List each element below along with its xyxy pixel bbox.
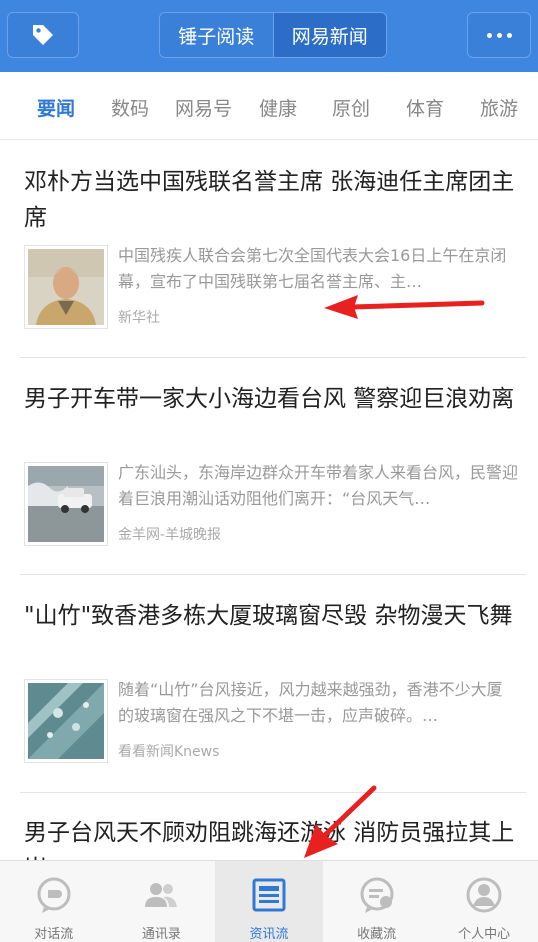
portrait-photo: [28, 249, 104, 325]
favorites-icon: [360, 877, 394, 913]
news-item[interactable]: 男子开车带一家大小海边看台风 警察迎巨浪劝离 广东汕头，东海岸边群众开车带着家人…: [24, 381, 526, 561]
divider: [20, 357, 526, 358]
nav-conversation-flow[interactable]: 对话流: [0, 861, 108, 942]
more-button[interactable]: [467, 12, 531, 58]
tab-netease-account[interactable]: 网易号: [175, 94, 232, 121]
divider: [20, 792, 526, 793]
category-tabs: 要闻 数码 网易号 健康 原创 体育 旅游: [0, 72, 538, 140]
nav-label: 个人中心: [458, 927, 511, 942]
top-bar: 锤子阅读 网易新闻: [0, 0, 538, 72]
news-summary: 广东汕头，东海岸边群众开车带着家人来看台风，民警迎着巨浪用潮汕话劝阻他们离开：“…: [118, 463, 518, 508]
profile-icon: [466, 877, 502, 913]
tab-travel[interactable]: 旅游: [480, 94, 518, 121]
segment-chuizi-reading[interactable]: 锤子阅读: [160, 13, 273, 57]
contacts-icon: [145, 883, 178, 907]
news-item[interactable]: "山竹"致香港多栋大厦玻璃窗尽毁 杂物漫天飞舞 随着“山竹”台风接近，风力越来越…: [24, 598, 526, 778]
tag-icon: [33, 25, 53, 45]
tab-original[interactable]: 原创: [332, 94, 370, 121]
nav-profile[interactable]: 个人中心: [430, 861, 538, 942]
broken-glass-photo: [28, 683, 104, 759]
news-body: 广东汕头，东海岸边群众开车带着家人来看台风，民警迎着巨浪用潮汕话劝阻他们离开：“…: [24, 462, 526, 546]
tab-headlines[interactable]: 要闻: [37, 94, 75, 121]
source-switcher: 锤子阅读 网易新闻: [159, 12, 387, 58]
news-thumbnail: [24, 679, 108, 763]
news-title: "山竹"致香港多栋大厦玻璃窗尽毁 杂物漫天飞舞: [24, 603, 513, 629]
nav-label: 收藏流: [357, 927, 397, 942]
news-source: 新华社: [118, 310, 160, 326]
news-source: 看看新闻Knews: [118, 744, 220, 760]
nav-news-feed[interactable]: 资讯流: [215, 861, 323, 942]
nav-label: 对话流: [34, 927, 74, 942]
nav-contacts[interactable]: 通讯录: [108, 861, 216, 942]
nav-favorites[interactable]: 收藏流: [323, 861, 431, 942]
news-feed-icon: [252, 878, 286, 912]
bottom-navigation: 对话流 通讯录 资讯流 收藏流 个人中心: [0, 860, 538, 942]
nav-label: 资讯流: [249, 927, 289, 942]
chat-bubble-icon: [37, 877, 71, 913]
tab-health[interactable]: 健康: [259, 94, 297, 121]
news-source: 金羊网-羊城晚报: [118, 527, 222, 543]
car-waves-photo: [28, 466, 104, 542]
tab-digital[interactable]: 数码: [111, 94, 149, 121]
nav-label: 通讯录: [141, 927, 181, 942]
news-title: 邓朴方当选中国残联名誉主席 张海迪任主席团主席: [24, 169, 515, 231]
more-icon: [486, 32, 512, 38]
tag-button[interactable]: [7, 12, 79, 58]
news-body: 随着“山竹”台风接近，风力越来越强劲，香港不少大厦的玻璃窗在强风之下不堪一击，应…: [24, 679, 526, 763]
segment-netease-news[interactable]: 网易新闻: [272, 13, 386, 57]
news-summary: 中国残疾人联合会第七次全国代表大会16日上午在京闭幕，宣布了中国残联第七届名誉主…: [118, 246, 507, 291]
news-body: 中国残疾人联合会第七次全国代表大会16日上午在京闭幕，宣布了中国残联第七届名誉主…: [24, 245, 526, 329]
divider: [20, 574, 526, 575]
news-title: 男子开车带一家大小海边看台风 警察迎巨浪劝离: [24, 386, 515, 412]
news-summary: 随着“山竹”台风接近，风力越来越强劲，香港不少大厦的玻璃窗在强风之下不堪一击，应…: [118, 680, 503, 725]
news-thumbnail: [24, 462, 108, 546]
news-thumbnail: [24, 245, 108, 329]
news-item[interactable]: 邓朴方当选中国残联名誉主席 张海迪任主席团主席 中国残疾人联合会第七次全国代表大…: [24, 164, 526, 344]
tab-sports[interactable]: 体育: [406, 94, 444, 121]
